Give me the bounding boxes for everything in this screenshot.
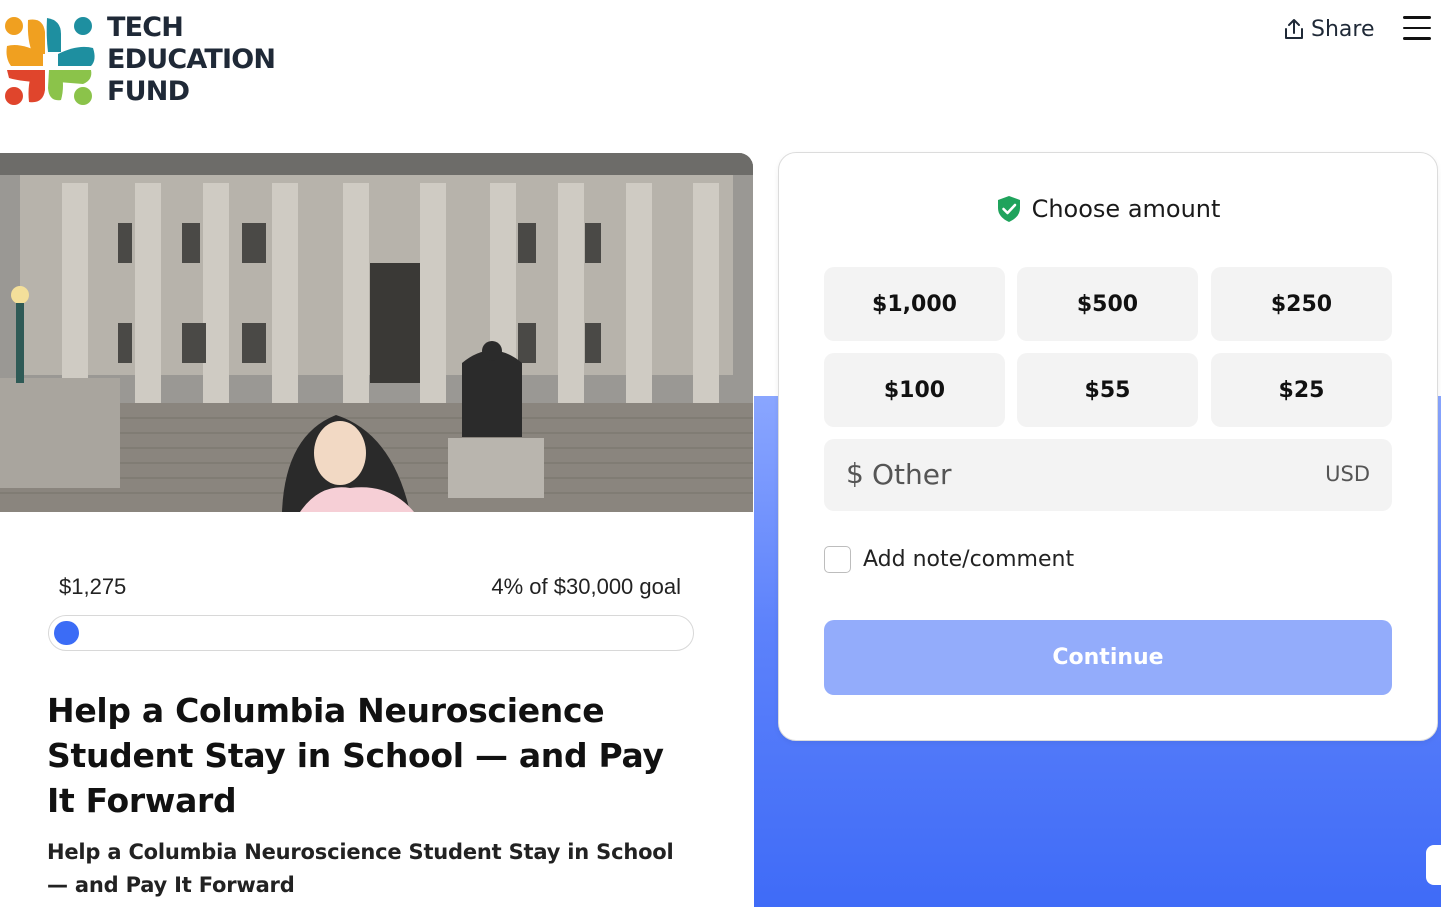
amount-option-1000[interactable]: $1,000	[824, 267, 1005, 341]
share-upload-icon	[1285, 19, 1303, 39]
campaign-subtitle: Help a Columbia Neuroscience Student Sta…	[47, 840, 674, 897]
hamburger-menu-icon[interactable]	[1403, 16, 1431, 40]
brand-name-line-1: TECH	[107, 12, 184, 43]
goal-text: 4% of $30,000 goal	[491, 574, 681, 599]
continue-button[interactable]: Continue	[824, 620, 1392, 695]
campaign-title: Help a Columbia Neuroscience Student Sta…	[47, 691, 664, 820]
donation-card: Choose amount $1,000 $500 $250 $100 $55 …	[778, 152, 1438, 741]
progress-fill	[54, 621, 79, 645]
amount-option-250[interactable]: $250	[1211, 267, 1392, 341]
amount-option-55[interactable]: $55	[1017, 353, 1198, 427]
share-label: Share	[1311, 16, 1375, 42]
choose-amount-heading: Choose amount	[779, 195, 1437, 223]
add-note-label: Add note/comment	[863, 547, 1075, 572]
brand-logo[interactable]: TECH EDUCATION FUND	[3, 12, 276, 108]
brand-name-line-3: FUND	[107, 76, 190, 107]
other-amount-field[interactable]: $ USD	[824, 439, 1392, 511]
brand-name-line-2: EDUCATION	[107, 44, 276, 75]
add-note-checkbox[interactable]	[824, 546, 851, 573]
share-button[interactable]: Share	[1283, 14, 1375, 44]
shield-check-icon	[997, 196, 1020, 222]
add-note-toggle[interactable]: Add note/comment	[824, 546, 1074, 573]
campus-building-photo	[0, 153, 753, 512]
campaign-hero-image	[0, 153, 753, 512]
progress-bar	[48, 615, 694, 651]
currency-code: USD	[1325, 462, 1370, 486]
amount-option-100[interactable]: $100	[824, 353, 1005, 427]
amount-raised: $1,275	[59, 574, 127, 599]
choose-amount-label: Choose amount	[1031, 195, 1221, 223]
other-amount-input[interactable]	[872, 451, 1252, 497]
side-edge-tab[interactable]	[1426, 845, 1441, 885]
donation-page: TECH EDUCATION FUND Share $1,275 4% of $…	[0, 0, 1441, 907]
currency-symbol: $	[846, 457, 864, 490]
brand-name: TECH EDUCATION FUND	[107, 12, 276, 108]
amount-option-500[interactable]: $500	[1017, 267, 1198, 341]
amount-option-25[interactable]: $25	[1211, 353, 1392, 427]
logo-mark-icon	[5, 17, 95, 105]
